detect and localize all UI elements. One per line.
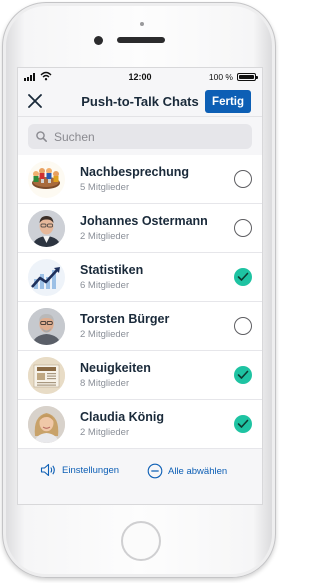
status-bar: 12:00 100 % xyxy=(18,68,262,86)
speaker-icon xyxy=(40,463,55,477)
chat-row-neuigkeiten[interactable]: Neuigkeiten 8 Mitglieder xyxy=(18,351,262,400)
search-input[interactable] xyxy=(52,128,236,145)
checkmark-icon xyxy=(237,419,249,428)
home-button[interactable] xyxy=(121,521,161,561)
unchecked-circle-icon[interactable] xyxy=(234,170,252,188)
chat-member-count: 8 Mitglieder xyxy=(80,378,130,389)
checked-circle-icon[interactable] xyxy=(234,415,252,433)
chat-name: Nachbesprechung xyxy=(80,165,190,179)
unchecked-circle-icon[interactable] xyxy=(234,317,252,335)
search-field[interactable] xyxy=(28,124,252,149)
chat-name: Neuigkeiten xyxy=(80,361,151,375)
app-screen: 12:00 100 % Push-to-Talk Chats Fertig Su… xyxy=(17,67,263,505)
chat-list: Nachbesprechung 5 Mitglieder Johannes Os… xyxy=(18,155,262,449)
deselect-all-button[interactable]: Alle abwählen xyxy=(147,463,227,479)
chat-name: Johannes Ostermann xyxy=(80,214,208,228)
earpiece-speaker xyxy=(117,37,165,43)
chat-row-statistiken[interactable]: Statistiken 6 Mitglieder xyxy=(18,253,262,302)
chat-row-torsten-buerger[interactable]: Torsten Bürger 2 Mitglieder xyxy=(18,302,262,351)
checked-circle-icon[interactable] xyxy=(234,366,252,384)
person-avatar-icon xyxy=(28,406,65,443)
person-avatar-icon xyxy=(28,210,65,247)
minus-circle-icon xyxy=(147,463,163,479)
search-icon xyxy=(36,131,47,142)
checkmark-icon xyxy=(237,272,249,281)
search-bar-container xyxy=(18,116,262,155)
chat-member-count: 5 Mitglieder xyxy=(80,182,130,193)
chat-name: Claudia König xyxy=(80,410,165,424)
deselect-all-label: Alle abwählen xyxy=(168,465,228,477)
chat-row-claudia-koenig[interactable]: Claudia König 2 Mitglieder xyxy=(18,400,262,449)
footer-toolbar: Einstellungen Alle abwählen xyxy=(18,449,262,498)
chat-member-count: 6 Mitglieder xyxy=(80,280,130,291)
checked-circle-icon[interactable] xyxy=(234,268,252,286)
chat-name: Statistiken xyxy=(80,263,144,277)
chat-member-count: 2 Mitglieder xyxy=(80,231,130,242)
chart-avatar-icon xyxy=(28,259,65,296)
battery-percentage: 100 % xyxy=(208,72,233,82)
chat-row-johannes-ostermann[interactable]: Johannes Ostermann 2 Mitglieder xyxy=(18,204,262,253)
done-button[interactable]: Fertig xyxy=(205,90,251,113)
chat-row-nachbesprechung[interactable]: Nachbesprechung 5 Mitglieder xyxy=(18,155,262,204)
person-avatar-icon xyxy=(28,308,65,345)
newspaper-avatar-icon xyxy=(28,357,65,394)
chat-member-count: 2 Mitglieder xyxy=(80,329,130,340)
settings-label: Einstellungen xyxy=(62,464,120,476)
unchecked-circle-icon[interactable] xyxy=(234,219,252,237)
chat-member-count: 2 Mitglieder xyxy=(80,427,130,438)
navigation-bar: Push-to-Talk Chats Fertig xyxy=(18,86,262,116)
sensor-dot xyxy=(140,22,144,26)
checkmark-icon xyxy=(237,370,249,379)
settings-button[interactable]: Einstellungen xyxy=(40,463,119,477)
chat-name: Torsten Bürger xyxy=(80,312,170,326)
front-camera xyxy=(94,36,103,45)
battery-icon xyxy=(237,73,258,81)
meeting-avatar-icon xyxy=(28,161,65,198)
